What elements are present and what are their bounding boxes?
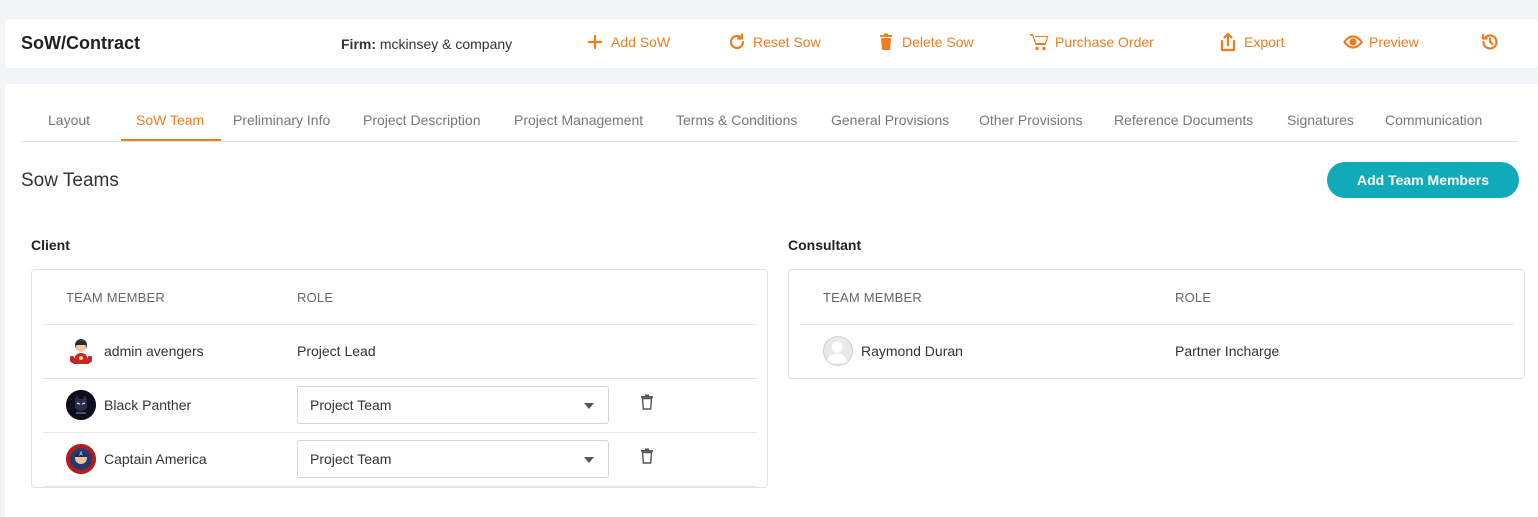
member-role: Partner Incharge — [1175, 343, 1280, 359]
svg-text:A: A — [79, 452, 83, 458]
tab-layout[interactable]: Layout — [48, 112, 90, 128]
firm-value: mckinsey & company — [379, 36, 513, 52]
add-sow-label: Add SoW — [611, 34, 671, 50]
tab-general-provisions[interactable]: General Provisions — [831, 112, 949, 128]
role-select[interactable]: Project Team — [297, 386, 609, 424]
tab-other-provisions[interactable]: Other Provisions — [979, 112, 1082, 128]
preview-button[interactable]: Preview — [1343, 32, 1419, 52]
consultant-team-card: TEAM MEMBER ROLE Raymond Duran Partner I… — [788, 269, 1525, 379]
tab-reference-documents[interactable]: Reference Documents — [1114, 112, 1253, 128]
client-col-role-header: ROLE — [297, 290, 334, 305]
history-icon — [1481, 33, 1498, 50]
purchase-order-button[interactable]: Purchase Order — [1029, 32, 1154, 52]
purchase-order-label: Purchase Order — [1055, 34, 1154, 50]
black-panther-avatar-icon — [66, 390, 96, 420]
firm-label: Firm: — [341, 36, 376, 52]
refresh-icon — [729, 33, 745, 50]
tab-signatures[interactable]: Signatures — [1287, 112, 1354, 128]
member-role: Project Lead — [297, 343, 376, 359]
tab-sow-team[interactable]: SoW Team — [136, 112, 204, 128]
add-team-members-button[interactable]: Add Team Members — [1327, 162, 1519, 198]
member-name: Raymond Duran — [861, 343, 963, 359]
member-name: admin avengers — [104, 343, 204, 359]
preview-label: Preview — [1369, 34, 1419, 50]
history-button[interactable] — [1480, 32, 1506, 52]
delete-row-icon[interactable] — [640, 448, 654, 464]
table-row: A Captain America Project Team — [32, 432, 767, 486]
table-row: admin avengers Project Lead — [32, 324, 767, 378]
delete-sow-button[interactable]: Delete Sow — [876, 32, 974, 52]
eye-icon — [1343, 35, 1363, 49]
consultant-col-member-header: TEAM MEMBER — [823, 290, 922, 305]
active-tab-indicator — [121, 139, 221, 141]
section-title: Sow Teams — [21, 170, 119, 191]
add-sow-button[interactable]: Add SoW — [585, 32, 670, 52]
ironman-avatar-icon — [66, 336, 96, 366]
reset-sow-button[interactable]: Reset Sow — [727, 32, 821, 52]
export-icon — [1220, 32, 1236, 52]
tab-project-description[interactable]: Project Description — [363, 112, 481, 128]
table-row: Raymond Duran Partner Incharge — [789, 324, 1524, 378]
client-col-member-header: TEAM MEMBER — [66, 290, 165, 305]
role-select-value: Project Team — [310, 451, 392, 467]
delete-sow-label: Delete Sow — [902, 34, 974, 50]
role-select[interactable]: Project Team — [297, 440, 609, 478]
tab-project-management[interactable]: Project Management — [514, 112, 643, 128]
tab-terms-conditions[interactable]: Terms & Conditions — [676, 112, 797, 128]
delete-row-icon[interactable] — [640, 394, 654, 410]
trash-icon — [880, 33, 892, 50]
table-row: Black Panther Project Team — [32, 378, 767, 432]
caret-down-icon — [584, 457, 594, 463]
reset-sow-label: Reset Sow — [753, 34, 821, 50]
consultant-label: Consultant — [788, 237, 862, 253]
divider — [43, 486, 757, 487]
cart-icon — [1030, 34, 1049, 51]
member-name: Black Panther — [104, 397, 192, 413]
plus-icon — [587, 34, 603, 50]
top-bar: SoW/Contract Firm: mckinsey & company Ad… — [5, 19, 1538, 68]
captain-america-avatar-icon: A — [66, 444, 96, 474]
client-team-card: TEAM MEMBER ROLE admin avengers Project … — [31, 269, 768, 488]
main-panel: Layout SoW Team Preliminary Info Project… — [5, 84, 1538, 517]
tab-preliminary-info[interactable]: Preliminary Info — [233, 112, 330, 128]
consultant-col-role-header: ROLE — [1175, 290, 1212, 305]
tab-communication[interactable]: Communication — [1385, 112, 1482, 128]
tab-bar: Layout SoW Team Preliminary Info Project… — [21, 104, 1518, 142]
firm-info: Firm: mckinsey & company — [341, 36, 512, 52]
caret-down-icon — [584, 403, 594, 409]
export-button[interactable]: Export — [1218, 32, 1284, 52]
role-select-value: Project Team — [310, 397, 392, 413]
default-user-avatar-icon — [823, 336, 853, 366]
export-label: Export — [1244, 34, 1285, 50]
page-title: SoW/Contract — [21, 33, 140, 53]
client-label: Client — [31, 237, 70, 253]
member-name: Captain America — [104, 451, 207, 467]
